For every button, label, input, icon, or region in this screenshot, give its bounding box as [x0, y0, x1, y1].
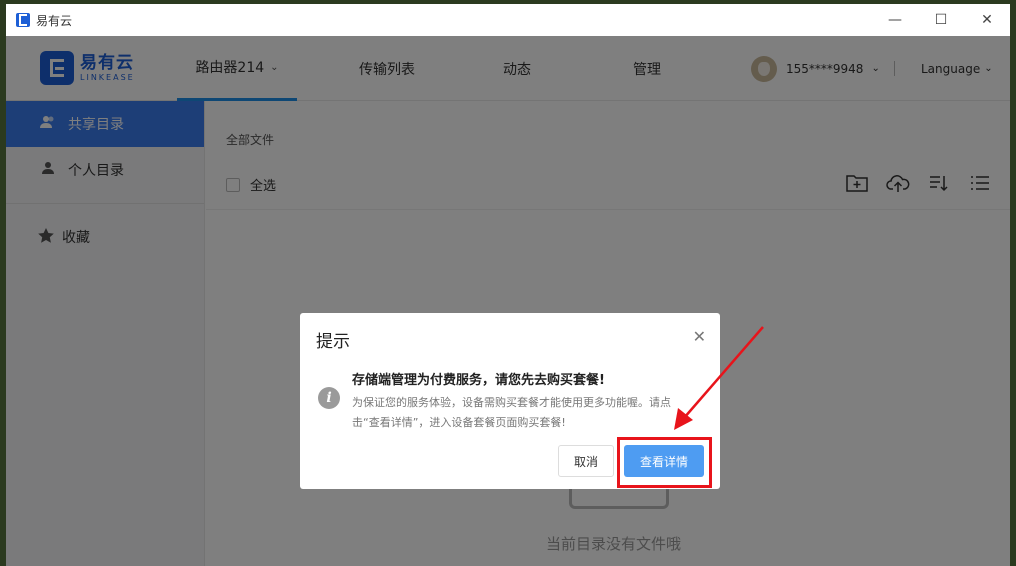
title-bar: 易有云 — ☐ ✕ [6, 4, 1010, 36]
maximize-button[interactable]: ☐ [918, 4, 964, 36]
info-icon: i [318, 387, 340, 409]
cancel-button[interactable]: 取消 [558, 445, 614, 477]
window-title: 易有云 [36, 13, 73, 28]
minimize-button[interactable]: — [872, 4, 918, 36]
close-button[interactable]: ✕ [964, 4, 1010, 36]
app-logo-icon [16, 13, 30, 27]
dialog-message: 存储端管理为付费服务，请您先去购买套餐! [352, 373, 605, 388]
dialog-title: 提示 [316, 332, 350, 352]
window-controls: — ☐ ✕ [872, 4, 1010, 36]
dialog-description: 为保证您的服务体验，设备需购买套餐才能使用更多功能喔。请点击“查看详情”，进入设… [352, 396, 671, 429]
annotation-highlight-box [617, 437, 712, 488]
close-icon[interactable]: ✕ [693, 327, 706, 347]
